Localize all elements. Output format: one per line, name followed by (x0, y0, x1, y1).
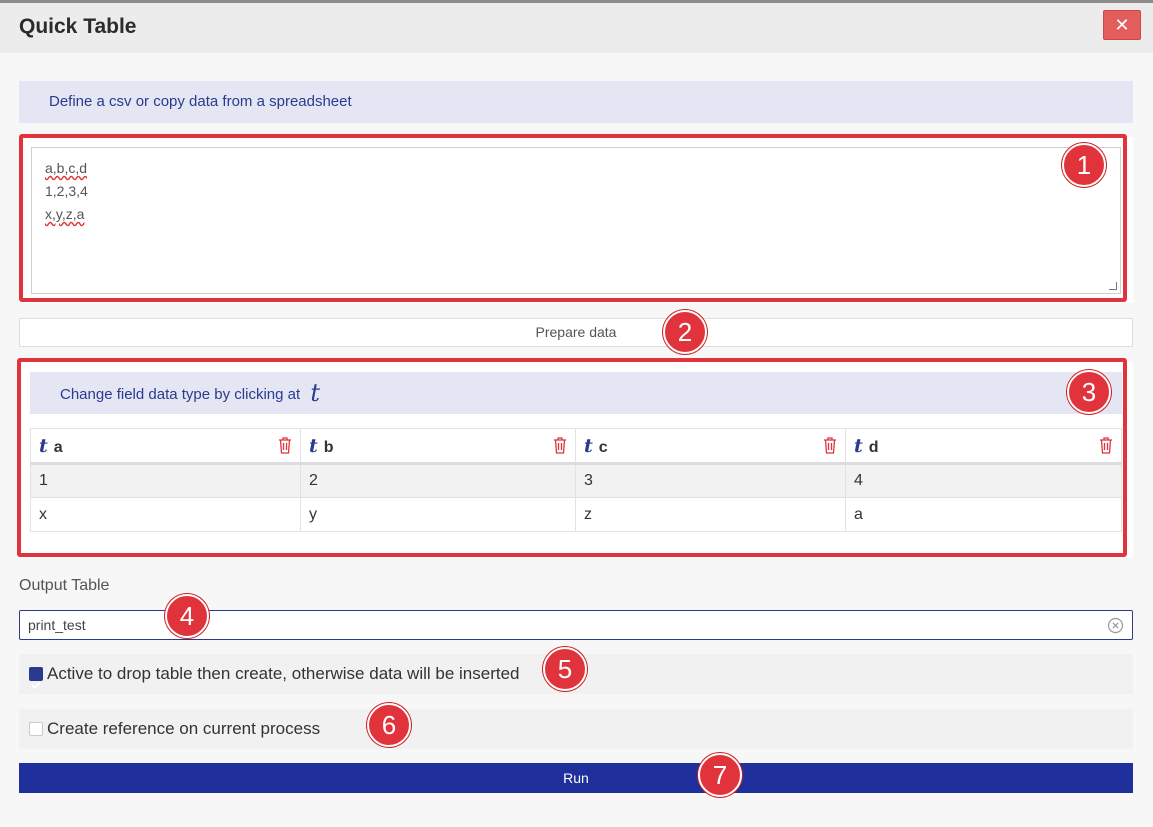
clear-input-icon[interactable] (1107, 617, 1124, 634)
fields-panel: Change field data type by clicking at t … (19, 362, 1133, 558)
preview-table: ta tb tc td 1 2 3 4 x y z a (30, 428, 1122, 532)
table-row: 1 2 3 4 (30, 463, 1122, 498)
reference-label: Create reference on current process (47, 719, 321, 738)
column-header: tc (575, 428, 846, 465)
close-button[interactable]: ✕ (1103, 10, 1141, 40)
resize-grip-icon[interactable] (1109, 282, 1117, 290)
table-cell: z (575, 497, 846, 532)
run-button[interactable]: Run (19, 763, 1133, 793)
table-cell: 1 (30, 463, 301, 498)
field-type-toggle[interactable]: t (309, 435, 318, 457)
field-type-toggle[interactable]: t (584, 435, 593, 457)
field-type-toggle[interactable]: t (39, 435, 48, 457)
reference-option: Create reference on current process (19, 709, 1133, 749)
csv-textarea[interactable]: a,b,c,d 1,2,3,4 x,y,z,a (31, 147, 1121, 294)
callout-badge: 4 (165, 594, 209, 638)
field-type-toggle[interactable]: t (854, 435, 863, 457)
trash-icon[interactable] (278, 437, 292, 454)
close-icon: ✕ (1114, 15, 1130, 35)
callout-badge: 3 (1067, 370, 1111, 414)
dialog-content: Define a csv or copy data from a spreads… (0, 53, 1153, 827)
column-name: b (323, 438, 334, 456)
column-name: c (598, 438, 608, 456)
fields-info-banner: Change field data type by clicking at t (30, 372, 1122, 414)
table-cell: a (845, 497, 1122, 532)
callout-badge: 2 (663, 310, 707, 354)
callout-badge: 1 (1062, 143, 1106, 187)
column-header: ta (30, 428, 301, 465)
column-name: a (53, 438, 63, 456)
csv-input-panel: a,b,c,d 1,2,3,4 x,y,z,a (19, 137, 1133, 303)
drop-table-label: Active to drop table then create, otherw… (47, 664, 520, 683)
callout-badge: 7 (698, 753, 742, 797)
csv-info-banner: Define a csv or copy data from a spreads… (19, 81, 1133, 123)
table-row: x y z a (30, 497, 1122, 532)
checkmark-icon (31, 681, 41, 690)
column-header: tb (300, 428, 576, 465)
table-cell: 4 (845, 463, 1122, 498)
csv-line: x,y,z,a (45, 206, 85, 222)
table-cell: 3 (575, 463, 846, 498)
column-header: td (845, 428, 1122, 465)
prepare-data-button[interactable]: Prepare data (19, 318, 1133, 347)
table-cell: x (30, 497, 301, 532)
dialog-titlebar: Quick Table ✕ (0, 3, 1153, 53)
output-table-label: Output Table (19, 577, 110, 594)
column-name: d (868, 438, 879, 456)
dialog-title: Quick Table (19, 15, 137, 38)
reference-checkbox[interactable] (29, 722, 43, 736)
callout-badge: 5 (543, 647, 587, 691)
table-cell: 2 (300, 463, 576, 498)
trash-icon[interactable] (1099, 437, 1113, 454)
quick-table-dialog: Quick Table ✕ Define a csv or copy data … (0, 0, 1153, 827)
csv-line: a,b,c,d (45, 160, 88, 176)
fields-info-text: Change field data type by clicking at (60, 386, 301, 403)
trash-icon[interactable] (823, 437, 837, 454)
callout-badge: 6 (367, 703, 411, 747)
drop-table-checkbox[interactable] (29, 667, 43, 690)
csv-line: 1,2,3,4 (45, 183, 88, 199)
table-cell: y (300, 497, 576, 532)
trash-icon[interactable] (553, 437, 567, 454)
type-symbol-icon: t (310, 379, 320, 407)
